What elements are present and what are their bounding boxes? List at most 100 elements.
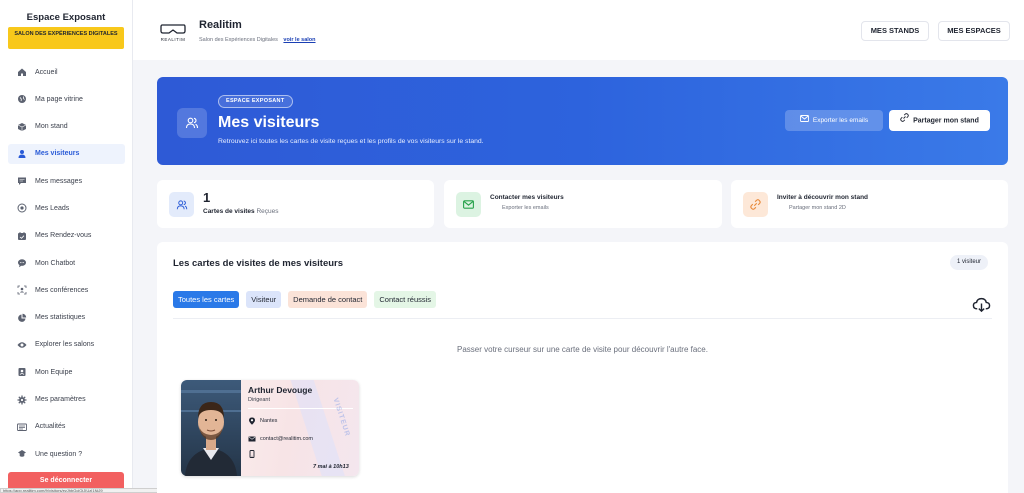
sidebar-title: Espace Exposant bbox=[26, 12, 106, 23]
cards-suffix: Reçues bbox=[256, 208, 279, 215]
visitor-photo bbox=[181, 380, 241, 476]
filter-demande-de-contact[interactable]: Demande de contact bbox=[288, 291, 368, 308]
card-watermark: VISITEUR bbox=[331, 397, 351, 438]
sidebar-item-label: Mes conférences bbox=[35, 286, 89, 294]
visitor-cards-panel: Les cartes de visites de mes visiteurs 1… bbox=[157, 242, 1008, 493]
top-header: REALITIM Realitim Salon des Expériences … bbox=[133, 0, 1024, 60]
filter-tabs: Toutes les cartes Visiteur Demande de co… bbox=[173, 291, 437, 308]
hover-hint: Passer votre curseur sur une carte de vi… bbox=[457, 345, 708, 354]
filter-toutes-les-cartes[interactable]: Toutes les cartes bbox=[173, 291, 240, 308]
contact-subtitle: Exporter les emails bbox=[502, 205, 549, 211]
sidebar-item-parametres[interactable]: Mes paramètres bbox=[8, 390, 125, 410]
sidebar-item-rendez-vous[interactable]: Mes Rendez-vous bbox=[8, 226, 125, 246]
sidebar-item-label: Mon Chatbot bbox=[35, 259, 76, 267]
invite-subtitle: Partager mon stand 2D bbox=[789, 205, 846, 211]
voir-le-salon-link[interactable]: voir le salon bbox=[283, 37, 315, 43]
sidebar-item-vitrine[interactable]: Ma page vitrine bbox=[8, 89, 125, 109]
link-icon bbox=[743, 192, 768, 217]
calendar-icon bbox=[17, 231, 27, 241]
mes-espaces-button[interactable]: MES ESPACES bbox=[938, 21, 1010, 41]
filter-visiteur[interactable]: Visiteur bbox=[246, 291, 282, 308]
card-city-row: Nantes bbox=[248, 417, 277, 425]
share-stand-label: Partager mon stand bbox=[913, 117, 979, 125]
card-phone-row bbox=[248, 450, 260, 458]
location-pin-icon bbox=[249, 417, 255, 425]
sidebar-item-accueil[interactable]: Accueil bbox=[8, 62, 125, 82]
sidebar-item-label: Mes Leads bbox=[35, 204, 70, 212]
filter-contact-reussis[interactable]: Contact réussis bbox=[374, 291, 437, 308]
news-icon bbox=[17, 422, 27, 432]
realitim-logo: REALITIM bbox=[157, 17, 189, 47]
stat-contacter-visiteurs[interactable]: Contacter mes visiteurs Exporter les ema… bbox=[444, 180, 722, 228]
sidebar-item-equipe[interactable]: Mon Equipe bbox=[8, 362, 125, 382]
pie-chart-icon bbox=[17, 313, 27, 323]
gear-icon bbox=[17, 395, 27, 405]
mes-stands-button[interactable]: MES STANDS bbox=[861, 21, 929, 41]
sidebar-item-label: Mes statistiques bbox=[35, 314, 86, 322]
export-emails-button[interactable]: Exporter les emails bbox=[785, 110, 883, 131]
status-bar-url: https://app.realitim.com/fr/visitors/eyJ… bbox=[0, 488, 170, 493]
help-icon bbox=[17, 449, 27, 459]
cards-label: Cartes de visites bbox=[203, 208, 255, 215]
sidebar-item-label: Mes visiteurs bbox=[35, 150, 80, 158]
cloud-download-icon[interactable] bbox=[972, 295, 991, 314]
share-stand-button[interactable]: Partager mon stand bbox=[889, 110, 990, 131]
sidebar: Espace Exposant SALON DES EXPÉRIENCES DI… bbox=[0, 0, 133, 493]
link-icon bbox=[900, 110, 909, 131]
event-name: Salon des Expériences Digitales bbox=[199, 37, 278, 43]
sidebar-item-label: Mon Equipe bbox=[35, 368, 73, 376]
sidebar-item-label: Explorer les salons bbox=[35, 341, 95, 349]
users-icon bbox=[169, 192, 194, 217]
sidebar-item-actualites[interactable]: Actualités bbox=[8, 417, 125, 437]
sidebar-item-question[interactable]: Une question ? bbox=[8, 444, 125, 464]
page-title: Mes visiteurs bbox=[218, 114, 320, 131]
sidebar-item-label: Actualités bbox=[35, 423, 66, 431]
card-email-row: contact@realitim.com bbox=[248, 435, 313, 443]
stat-inviter-stand[interactable]: Inviter à découvrir mon stand Partager m… bbox=[731, 180, 1008, 228]
sidebar-item-label: Mes paramètres bbox=[35, 396, 86, 404]
visitor-count-badge: 1 visiteur bbox=[950, 255, 989, 270]
brand-subtitle: Salon des Expériences Digitales voir le … bbox=[199, 37, 316, 43]
card-date: 7 mai à 10h13 bbox=[313, 464, 349, 470]
cards-count: 1 bbox=[203, 190, 211, 205]
target-icon bbox=[17, 203, 27, 213]
brand-name: Realitim bbox=[199, 19, 242, 31]
divider bbox=[173, 318, 992, 319]
conference-icon bbox=[17, 285, 27, 295]
sidebar-item-messages[interactable]: Mes messages bbox=[8, 171, 125, 191]
card-name: Arthur Devouge bbox=[248, 385, 313, 395]
contact-title: Contacter mes visiteurs bbox=[490, 194, 564, 201]
event-badge: SALON DES EXPÉRIENCES DIGITALES bbox=[8, 27, 124, 49]
page-description: Retrouvez ici toutes les cartes de visit… bbox=[218, 138, 484, 145]
card-city: Nantes bbox=[260, 418, 278, 424]
sidebar-item-conferences[interactable]: Mes conférences bbox=[8, 280, 125, 300]
sidebar-item-label: Ma page vitrine bbox=[35, 95, 83, 103]
vr-headset-icon bbox=[160, 23, 186, 34]
home-icon bbox=[17, 67, 27, 77]
export-emails-label: Exporter les emails bbox=[812, 117, 869, 125]
invite-title: Inviter à découvrir mon stand bbox=[777, 194, 869, 201]
mail-icon bbox=[456, 192, 481, 217]
cards-count-label: Cartes de visites Reçues bbox=[203, 208, 279, 215]
business-card[interactable]: Arthur Devouge Dirigeant Nantes contact@… bbox=[181, 380, 359, 476]
sidebar-item-label: Mes Rendez-vous bbox=[35, 232, 92, 240]
sidebar-item-label: Accueil bbox=[35, 68, 58, 76]
sidebar-nav: Accueil Ma page vitrine Mon stand Mes vi… bbox=[8, 62, 125, 471]
sidebar-item-visiteurs[interactable]: Mes visiteurs bbox=[8, 143, 125, 164]
message-icon bbox=[17, 176, 27, 186]
sidebar-item-explorer[interactable]: Explorer les salons bbox=[8, 335, 125, 355]
globe-icon bbox=[17, 94, 27, 104]
sidebar-item-label: Mon stand bbox=[35, 123, 68, 131]
panel-title: Les cartes de visites de mes visiteurs bbox=[173, 258, 344, 269]
logo-wordmark: REALITIM bbox=[160, 36, 186, 42]
sidebar-item-statistiques[interactable]: Mes statistiques bbox=[8, 308, 125, 328]
sidebar-item-leads[interactable]: Mes Leads bbox=[8, 198, 125, 218]
hero-banner: ESPACE EXPOSANT Mes visiteurs Retrouvez … bbox=[157, 77, 1008, 165]
sidebar-item-label: Une question ? bbox=[35, 450, 83, 458]
sidebar-item-stand[interactable]: Mon stand bbox=[8, 117, 125, 137]
user-icon bbox=[17, 149, 27, 159]
stat-cartes-recues: 1 Cartes de visites Reçues bbox=[157, 180, 434, 228]
card-email: contact@realitim.com bbox=[260, 436, 313, 442]
team-icon bbox=[17, 367, 27, 377]
sidebar-item-chatbot[interactable]: Mon Chatbot bbox=[8, 253, 125, 273]
